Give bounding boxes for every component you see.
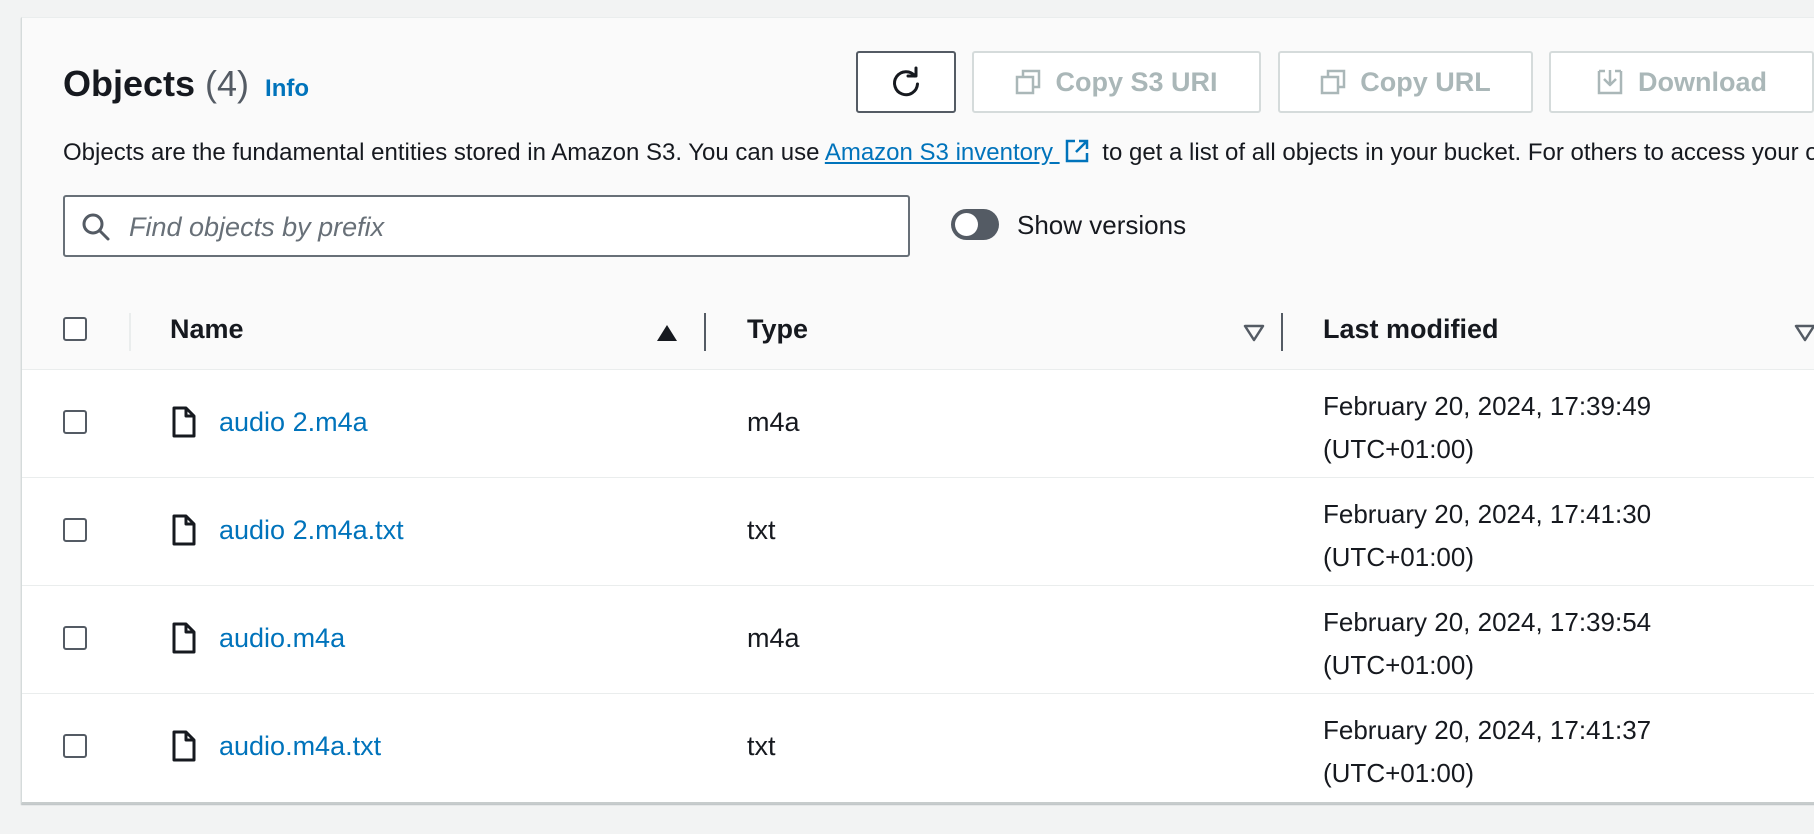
search-input[interactable] xyxy=(127,205,891,249)
download-label: Download xyxy=(1638,66,1767,97)
file-icon xyxy=(172,514,196,546)
search-icon xyxy=(82,213,110,241)
file-icon xyxy=(172,622,196,654)
row-checkbox[interactable] xyxy=(63,626,87,650)
column-resize-handle[interactable] xyxy=(1281,313,1283,351)
modified-timezone: (UTC+01:00) xyxy=(1323,434,1474,464)
object-name-link[interactable]: audio 2.m4a xyxy=(219,407,368,438)
description-text-start: Objects are the fundamental entities sto… xyxy=(63,139,825,166)
object-type: m4a xyxy=(747,623,800,653)
objects-header: Objects (4) Info Copy S3 URI Copy URL Do… xyxy=(22,18,1814,292)
copy-icon xyxy=(1321,69,1346,95)
sort-descending-icon[interactable] xyxy=(1794,324,1814,342)
page-title: Objects xyxy=(63,63,196,104)
column-header-type[interactable]: Type xyxy=(747,314,808,345)
object-type: txt xyxy=(747,731,776,761)
modified-date: February 20, 2024, 17:41:37 xyxy=(1323,715,1652,745)
copy-url-label: Copy URL xyxy=(1360,66,1491,97)
table-row[interactable]: audio.m4a m4a February 20, 2024, 17:39:5… xyxy=(22,586,1814,694)
search-box xyxy=(63,195,910,257)
select-all-checkbox[interactable] xyxy=(63,317,87,341)
copy-url-button[interactable]: Copy URL xyxy=(1278,51,1533,113)
table-row[interactable]: audio 2.m4a m4a February 20, 2024, 17:39… xyxy=(22,370,1814,478)
refresh-button[interactable] xyxy=(856,51,956,113)
row-checkbox[interactable] xyxy=(63,410,87,434)
file-icon xyxy=(172,406,196,438)
column-header-name[interactable]: Name xyxy=(170,314,244,345)
table-row[interactable]: audio 2.m4a.txt txt February 20, 2024, 1… xyxy=(22,478,1814,586)
refresh-icon xyxy=(893,66,919,97)
object-type: txt xyxy=(747,515,776,545)
copy-s3-uri-label: Copy S3 URI xyxy=(1055,66,1218,97)
table-header: Name Type Last modified xyxy=(22,291,1814,370)
sort-descending-icon[interactable] xyxy=(1243,324,1265,342)
object-last-modified: February 20, 2024, 17:39:54 (UTC+01:00) xyxy=(1323,601,1651,687)
table-row[interactable]: audio.m4a.txt txt February 20, 2024, 17:… xyxy=(22,694,1814,801)
column-header-last-modified[interactable]: Last modified xyxy=(1323,314,1499,345)
file-icon xyxy=(172,730,196,762)
download-button[interactable]: Download xyxy=(1549,51,1814,113)
info-link[interactable]: Info xyxy=(265,75,309,103)
modified-timezone: (UTC+01:00) xyxy=(1323,542,1474,572)
object-name-link[interactable]: audio.m4a.txt xyxy=(219,731,381,762)
objects-count: (4) xyxy=(205,63,250,104)
sort-ascending-icon[interactable] xyxy=(656,324,678,342)
object-name-link[interactable]: audio 2.m4a.txt xyxy=(219,515,404,546)
modified-timezone: (UTC+01:00) xyxy=(1323,758,1474,788)
copy-s3-uri-button[interactable]: Copy S3 URI xyxy=(972,51,1261,113)
column-resize-handle[interactable] xyxy=(704,313,706,351)
object-last-modified: February 20, 2024, 17:41:30 (UTC+01:00) xyxy=(1323,493,1651,579)
download-icon xyxy=(1597,69,1623,95)
modified-timezone: (UTC+01:00) xyxy=(1323,650,1474,680)
s3-inventory-link[interactable]: Amazon S3 inventory xyxy=(825,139,1060,166)
object-type: m4a xyxy=(747,407,800,437)
modified-date: February 20, 2024, 17:41:30 xyxy=(1323,499,1652,529)
objects-description: Objects are the fundamental entities sto… xyxy=(63,138,1814,171)
object-last-modified: February 20, 2024, 17:39:49 (UTC+01:00) xyxy=(1323,385,1651,471)
show-versions-label: Show versions xyxy=(1017,210,1187,240)
objects-title: Objects (4) Info xyxy=(63,63,309,107)
modified-date: February 20, 2024, 17:39:54 xyxy=(1323,607,1652,637)
toggle-knob xyxy=(955,213,978,236)
object-name-link[interactable]: audio.m4a xyxy=(219,623,345,654)
row-checkbox[interactable] xyxy=(63,518,87,542)
column-divider xyxy=(129,313,131,351)
external-link-icon[interactable] xyxy=(1064,138,1090,171)
show-versions-toggle[interactable] xyxy=(951,209,999,240)
description-text-end: to get a list of all objects in your buc… xyxy=(1095,139,1814,166)
row-checkbox[interactable] xyxy=(63,734,87,758)
modified-date: February 20, 2024, 17:39:49 xyxy=(1323,391,1652,421)
objects-panel: Objects (4) Info Copy S3 URI Copy URL Do… xyxy=(21,17,1814,804)
copy-icon xyxy=(1016,69,1041,95)
object-last-modified: February 20, 2024, 17:41:37 (UTC+01:00) xyxy=(1323,709,1651,795)
